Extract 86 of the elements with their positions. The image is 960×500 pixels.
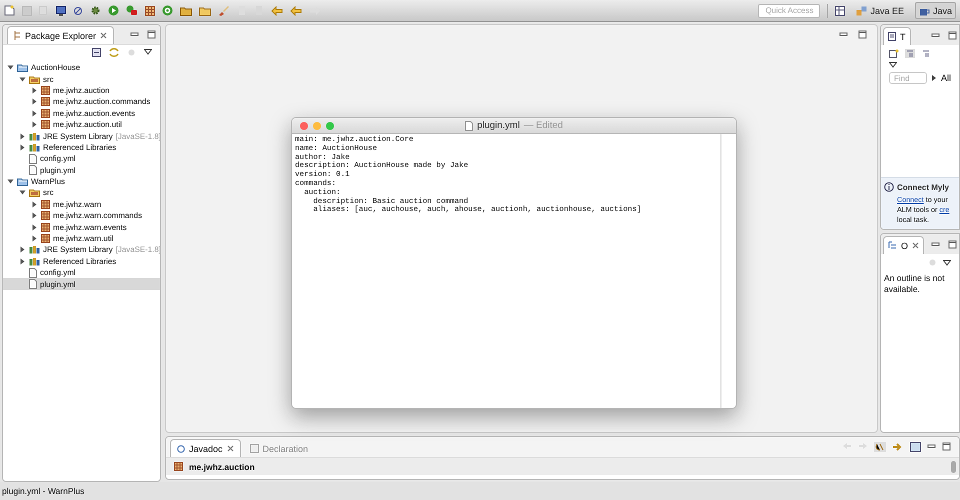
outline-icon: [888, 241, 897, 250]
package-icon: [41, 97, 50, 106]
project-folder-icon: [17, 63, 28, 72]
collapse-arrow-icon[interactable]: [7, 64, 14, 72]
library-icon: [29, 245, 40, 254]
perspective-button[interactable]: Java: [914, 2, 956, 19]
arrow-left-icon[interactable]: [290, 6, 302, 16]
package-icon: [41, 108, 50, 118]
library-icon: [29, 142, 40, 152]
expand-arrow-icon[interactable]: [31, 212, 38, 220]
view-menu-icon[interactable]: [144, 49, 152, 55]
package-icon: [41, 211, 50, 220]
expand-arrow-icon[interactable]: [31, 98, 38, 106]
expand-arrow-icon[interactable]: [19, 246, 26, 254]
info-icon: [884, 182, 894, 192]
open-perspective-icon[interactable]: [835, 6, 846, 16]
status-text: plugin.yml - WarnPlus: [2, 486, 84, 496]
maximize-icon[interactable]: [147, 30, 156, 39]
maximize-icon[interactable]: [942, 442, 951, 451]
filter-link[interactable]: All: [941, 73, 952, 83]
package-icon: [41, 200, 50, 209]
close-icon[interactable]: [912, 242, 920, 249]
expand-arrow-icon[interactable]: [31, 110, 38, 117]
maximize-icon[interactable]: [858, 30, 867, 39]
expand-arrow-icon[interactable]: [31, 86, 38, 94]
find-field[interactable]: Find: [889, 72, 927, 84]
expand-arrow-icon[interactable]: [31, 224, 38, 231]
monitor-icon[interactable]: [56, 6, 66, 16]
scrollbar[interactable]: [951, 461, 956, 473]
gear-icon[interactable]: [90, 5, 101, 16]
maximize-icon[interactable]: [948, 240, 957, 248]
library-icon: [29, 256, 40, 266]
task-list-icon: [888, 32, 896, 41]
source-folder-icon: [29, 188, 40, 198]
document-icon: [465, 120, 474, 130]
quick-access-field[interactable]: Quick Access: [758, 4, 820, 18]
declaration-icon: [250, 444, 259, 453]
package-icon: [41, 120, 50, 130]
library-icon: [29, 132, 40, 141]
expand-arrow-icon[interactable]: [31, 200, 38, 208]
outline-message: An outline is not available.: [883, 272, 946, 296]
view-menu-icon[interactable]: [943, 260, 951, 266]
perspective-button[interactable]: Java EE: [852, 2, 908, 19]
package-icon: [41, 222, 50, 232]
view-menu-icon[interactable]: [889, 62, 897, 68]
javadoc-element: me.jwhz.auction: [189, 462, 255, 472]
close-icon[interactable]: [100, 32, 108, 39]
expand-arrow-icon[interactable]: [19, 144, 26, 151]
expand-arrow-icon[interactable]: [31, 121, 38, 128]
view-tab[interactable]: Package Explorer: [7, 26, 114, 44]
class-icon[interactable]: [162, 5, 173, 16]
package-icon: [41, 86, 50, 95]
window-title: plugin.yml: [477, 120, 520, 131]
view-tab[interactable]: T: [883, 27, 910, 45]
browser-icon[interactable]: [910, 442, 921, 452]
source-folder-icon: [29, 74, 40, 84]
folder-icon[interactable]: [180, 6, 192, 16]
connect-title: Connect Myly: [897, 182, 950, 192]
expand-arrow-icon[interactable]: [19, 132, 26, 140]
collapse-arrow-icon[interactable]: [19, 189, 26, 196]
maximize-icon[interactable]: [948, 30, 957, 40]
new-task-icon[interactable]: [889, 49, 899, 58]
brush-icon[interactable]: [218, 5, 230, 16]
grid-icon[interactable]: [145, 6, 155, 16]
play-icon[interactable]: [108, 5, 119, 16]
project-folder-icon: [17, 177, 28, 186]
run-tool-icon[interactable]: [126, 5, 138, 16]
expand-arrow-icon[interactable]: [19, 258, 26, 265]
close-icon[interactable]: [226, 445, 234, 452]
view-tab[interactable]: O: [883, 236, 924, 254]
collapse-arrow-icon[interactable]: [7, 178, 14, 186]
arrow-left-icon[interactable]: [271, 6, 283, 16]
open-source-icon[interactable]: [892, 442, 904, 452]
hierarchy-icon: [14, 31, 21, 40]
expand-arrow-icon[interactable]: [31, 235, 38, 242]
collapse-all-icon[interactable]: [92, 48, 101, 56]
new-file-icon[interactable]: [4, 5, 15, 16]
edited-status: — Edited: [524, 120, 563, 131]
package-icon: [41, 234, 50, 244]
package-icon: [174, 462, 183, 471]
collapse-arrow-icon[interactable]: [19, 76, 26, 83]
javadoc-icon: [177, 444, 185, 452]
folder-icon[interactable]: [199, 6, 211, 16]
view-tab[interactable]: Javadoc: [170, 439, 241, 457]
categorized-icon[interactable]: [905, 49, 915, 58]
expand-arrow-icon[interactable]: [932, 75, 936, 81]
